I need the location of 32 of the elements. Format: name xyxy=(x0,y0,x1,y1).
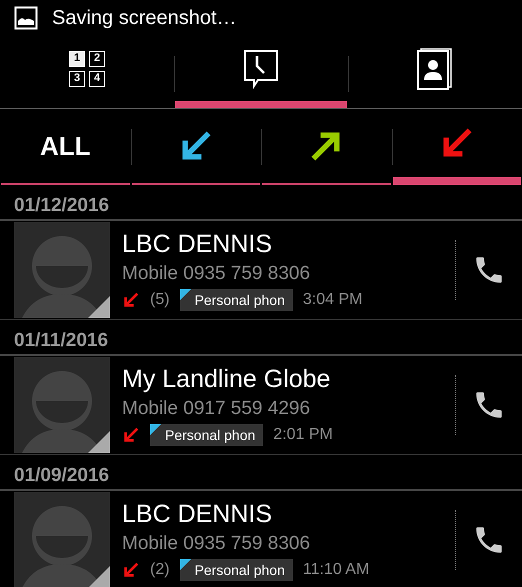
image-icon xyxy=(14,6,38,30)
contact-name: LBC DENNIS xyxy=(122,230,274,258)
phone-number: Mobile 0935 759 8306 xyxy=(122,532,312,554)
call-log-entry[interactable]: My Landline Globe Mobile 0917 559 4296 Personal phon 2:01 PM xyxy=(0,356,522,455)
phone-number: Mobile 0917 559 4296 xyxy=(122,398,312,420)
filter-tab[interactable]: ALL xyxy=(1,109,130,185)
status-text: Saving screenshot… xyxy=(52,6,237,30)
phone-number: Mobile 0935 759 8306 xyxy=(122,262,312,284)
call-time: 2:01 PM xyxy=(273,426,333,444)
call-count: (5) xyxy=(150,290,170,308)
missed-call-arrow-icon xyxy=(122,290,140,308)
address-book-icon xyxy=(415,48,455,90)
avatar-icon xyxy=(14,357,110,453)
account-tag: Personal phon xyxy=(180,558,293,580)
contact-name: My Landline Globe xyxy=(122,364,332,394)
clock-icon xyxy=(243,48,279,88)
tab[interactable]: 1 2 3 4 xyxy=(1,36,173,108)
missed-call-arrow-icon xyxy=(122,426,140,444)
avatar-icon xyxy=(14,222,110,318)
date-header: 01/09/2016 xyxy=(0,463,522,491)
call-time: 3:04 PM xyxy=(302,290,362,308)
call-time: 11:10 AM xyxy=(302,560,370,578)
call-count: (2) xyxy=(150,560,170,578)
call-log-entry[interactable]: LBC DENNIS Mobile 0935 759 8306 (5) Personal phon 3:04 PM xyxy=(0,221,522,320)
date-header: 01/11/2016 xyxy=(0,328,522,356)
missed-call-arrow-icon xyxy=(122,560,140,578)
avatar-icon xyxy=(14,492,110,587)
call-log-entry[interactable]: LBC DENNIS Mobile 0935 759 8306 (2) Personal phon 11:10 AM xyxy=(0,491,522,587)
account-tag: Personal phon xyxy=(150,424,264,446)
account-tag: Personal phon xyxy=(180,288,293,310)
date-header: 01/12/2016 xyxy=(0,193,522,221)
contact-name: LBC DENNIS xyxy=(122,500,274,528)
